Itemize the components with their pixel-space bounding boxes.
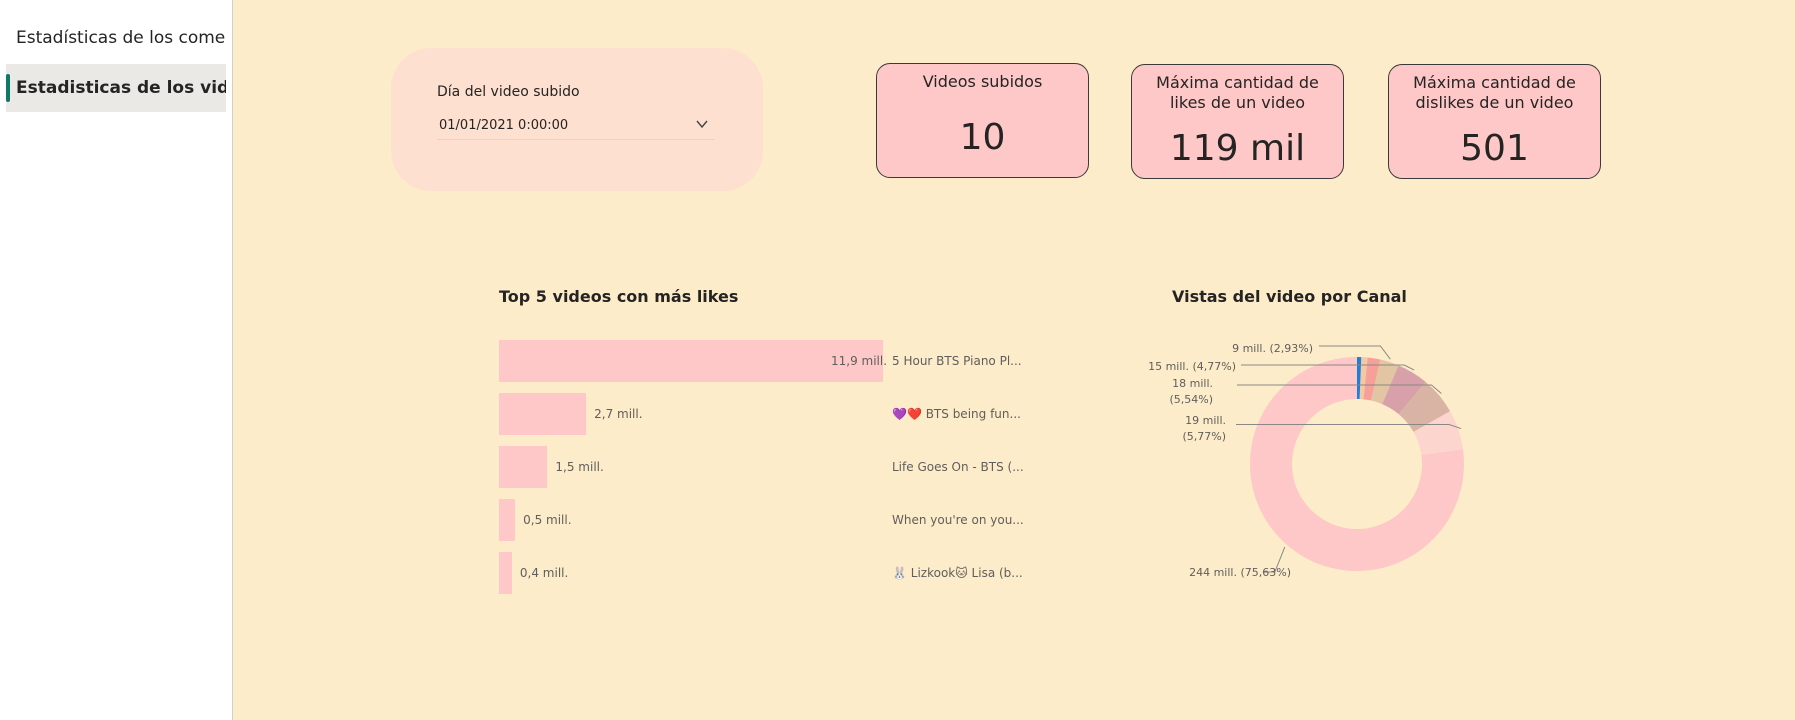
bar-category-label: Life Goes On - BTS (... — [892, 460, 1024, 474]
card-value: 10 — [959, 117, 1006, 158]
donut-leader-line — [1262, 546, 1286, 573]
bar-value-label: 0,4 mill. — [519, 566, 569, 580]
donut-chart-title: Vistas del video por Canal — [1172, 287, 1407, 306]
page-tab-label: Estadísticas de los come... — [16, 28, 226, 48]
donut-data-label: 15 mill. (4,77%) — [1148, 360, 1236, 373]
bar-category-label: 💜❤️ BTS being fun... — [892, 407, 1021, 421]
donut-slice[interactable] — [1250, 357, 1464, 571]
donut-slice[interactable] — [1359, 357, 1368, 400]
donut-slice[interactable] — [1357, 357, 1362, 400]
bar-value-label: 1,5 mill. — [555, 460, 604, 474]
bar-category-label: 🐰 Lizkook🐱 Lisa (b... — [892, 566, 1023, 580]
bar[interactable] — [499, 340, 883, 382]
bar-value-label: 0,5 mill. — [523, 513, 572, 527]
bar[interactable] — [499, 552, 512, 594]
card-title: Videos subidos — [877, 72, 1088, 92]
bar-chart-title: Top 5 videos con más likes — [499, 287, 739, 306]
card-title-line: Videos subidos — [922, 72, 1043, 91]
bar-category-label: When you're on you... — [892, 513, 1024, 527]
donut-slice[interactable] — [1363, 357, 1381, 401]
card-title: Máxima cantidad de dislikes de un video — [1389, 73, 1600, 113]
report-canvas: Día del video subido 01/01/2021 0:00:00 … — [233, 0, 1795, 720]
card-title-line: Máxima cantidad de — [1156, 73, 1319, 92]
page-tab-label: Estadisticas de los videos — [16, 78, 226, 98]
bar[interactable] — [499, 499, 516, 541]
active-page-marker — [6, 74, 10, 102]
slicer-selected-value: 01/01/2021 0:00:00 — [439, 118, 569, 133]
page-tab-videos[interactable]: Estadisticas de los videos — [6, 64, 226, 112]
report-app: Estadísticas de los come... Estadisticas… — [0, 0, 1795, 720]
donut-slice[interactable] — [1382, 365, 1426, 415]
slicer-title: Día del video subido — [437, 84, 580, 100]
card-title-line: likes de un video — [1169, 93, 1305, 112]
bar-category-label: 5 Hour BTS Piano Pl... — [892, 354, 1022, 368]
card-videos-subidos: Videos subidos 10 — [876, 63, 1089, 178]
donut-data-label: 18 mill. — [1172, 377, 1213, 390]
card-title-line: Máxima cantidad de — [1413, 73, 1576, 92]
donut-slice[interactable] — [1398, 381, 1451, 432]
donut-slice[interactable] — [1413, 411, 1463, 455]
donut-data-label: 244 mill. (75,63%) — [1189, 566, 1291, 579]
donut-data-label: (5,54%) — [1169, 393, 1213, 406]
donut-data-label: 9 mill. (2,93%) — [1232, 342, 1313, 355]
page-tab-comentarios[interactable]: Estadísticas de los come... — [6, 14, 226, 62]
donut-data-label: 19 mill. — [1185, 414, 1226, 427]
card-title-line: dislikes de un video — [1415, 93, 1574, 112]
card-title: Máxima cantidad de likes de un video — [1132, 73, 1343, 113]
chevron-down-icon — [696, 120, 708, 129]
page-navigation: Estadísticas de los come... Estadisticas… — [0, 0, 233, 720]
bar[interactable] — [499, 393, 587, 435]
slicer-dropdown[interactable]: 01/01/2021 0:00:00 — [437, 112, 715, 140]
bar-value-label: 11,9 mill. — [831, 354, 888, 368]
bar-value-label: 2,7 mill. — [594, 407, 643, 421]
donut-slice[interactable] — [1371, 359, 1399, 405]
card-value: 119 mil — [1169, 128, 1306, 169]
donut-data-label: (5,77%) — [1182, 430, 1226, 443]
date-slicer: Día del video subido 01/01/2021 0:00:00 — [391, 48, 763, 191]
donut-leader-line — [1237, 384, 1442, 394]
donut-leader-line — [1236, 424, 1462, 430]
card-max-dislikes: Máxima cantidad de dislikes de un video … — [1388, 64, 1601, 179]
bar[interactable] — [499, 446, 548, 488]
card-value: 501 — [1460, 128, 1529, 169]
card-max-likes: Máxima cantidad de likes de un video 119… — [1131, 64, 1344, 179]
donut-leader-line — [1319, 345, 1391, 360]
donut-leader-line — [1241, 364, 1415, 371]
